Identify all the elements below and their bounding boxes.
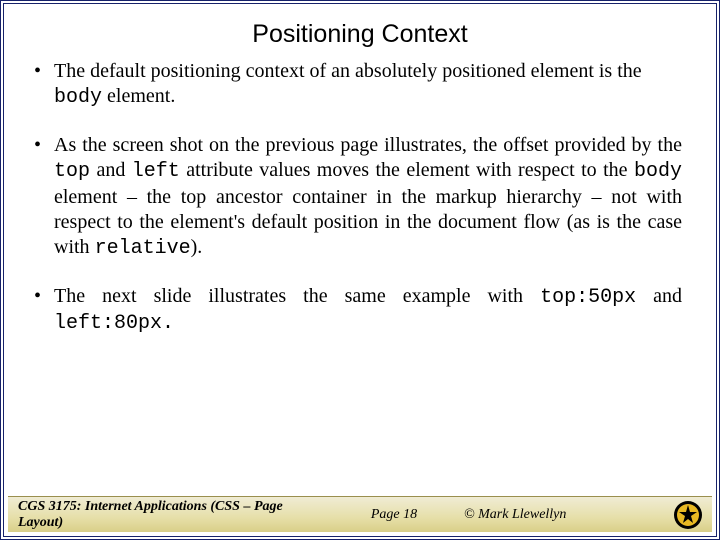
footer-bar: CGS 3175: Internet Applications (CSS – P… bbox=[8, 496, 712, 532]
bullet-3: The next slide illustrates the same exam… bbox=[32, 284, 682, 337]
code-left: left bbox=[132, 160, 180, 183]
code-top-val: top:50px bbox=[540, 286, 636, 309]
text: and bbox=[636, 285, 682, 307]
text: element. bbox=[102, 85, 175, 107]
bullet-1: The default positioning context of an ab… bbox=[32, 59, 682, 111]
code-body: body bbox=[54, 86, 102, 109]
text: ). bbox=[191, 236, 203, 258]
footer-author: © Mark Llewellyn bbox=[464, 507, 664, 523]
bullet-list: The default positioning context of an ab… bbox=[32, 59, 682, 337]
text: The default positioning context of an ab… bbox=[54, 60, 642, 82]
code-body: body bbox=[634, 160, 682, 183]
text: The next slide illustrates the same exam… bbox=[54, 285, 540, 307]
text: attribute values moves the element with … bbox=[180, 159, 634, 181]
text: and bbox=[90, 159, 132, 181]
slide-title: Positioning Context bbox=[4, 4, 716, 55]
footer-page: Page 18 bbox=[324, 507, 464, 523]
slide: Positioning Context The default position… bbox=[0, 0, 720, 540]
code-relative: relative bbox=[95, 237, 191, 260]
footer-course: CGS 3175: Internet Applications (CSS – P… bbox=[8, 499, 324, 531]
code-top: top bbox=[54, 160, 90, 183]
code-left-val: left:80px. bbox=[54, 312, 174, 335]
slide-content: The default positioning context of an ab… bbox=[4, 55, 716, 337]
ucf-logo-icon bbox=[664, 500, 712, 530]
text: As the screen shot on the previous page … bbox=[54, 134, 682, 156]
bullet-2: As the screen shot on the previous page … bbox=[32, 133, 682, 262]
